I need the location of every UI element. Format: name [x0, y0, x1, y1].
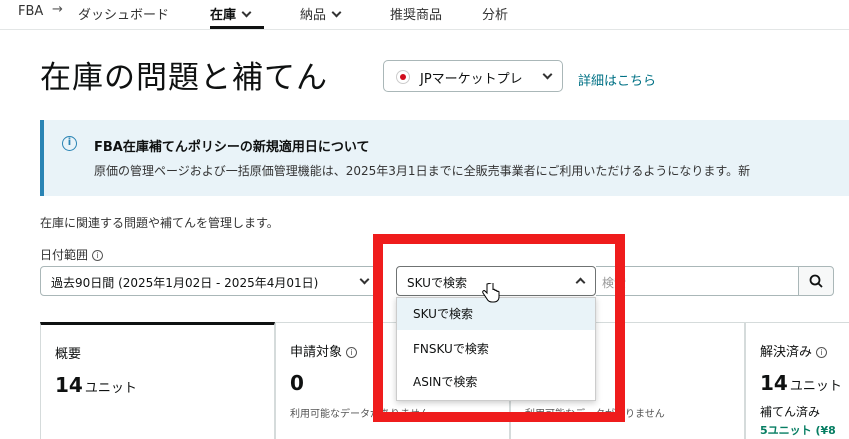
card-value: 14 ユニット: [760, 371, 842, 395]
card-sub: 補てん済み: [760, 405, 821, 419]
info-banner: [40, 120, 849, 196]
marketplace-select[interactable]: JPマーケットプレ: [383, 60, 563, 92]
card-title-text: 申請対象: [290, 345, 343, 360]
resolved-card[interactable]: 解決済み i 14 ユニット 補てん済み 5ユニット (¥8: [745, 322, 849, 439]
chevron-down-icon: [331, 7, 342, 18]
summary-card[interactable]: 概要 14 ユニット: [40, 322, 275, 439]
search-button[interactable]: [798, 266, 834, 296]
search-input[interactable]: 検索: [596, 266, 800, 296]
japan-flag-icon: [396, 70, 410, 84]
details-link[interactable]: 詳細はこちら: [578, 70, 656, 89]
red-highlight-box: [373, 234, 625, 422]
banner-text: 原価の管理ページおよび一括原価管理機能は、2025年3月1日までに全販売事業者に…: [94, 164, 751, 178]
card-unit: ユニット: [789, 379, 842, 394]
breadcrumb-arrow-icon: →: [52, 2, 63, 17]
card-green: 5ユニット (¥8: [760, 424, 836, 437]
nav-dashboard[interactable]: ダッシュボード: [78, 4, 169, 23]
nav-delivery[interactable]: 納品: [300, 4, 342, 23]
marketplace-label: JPマーケットプレ: [420, 72, 523, 87]
active-tab-indicator: [210, 26, 264, 29]
chevron-down-icon: [359, 274, 370, 285]
card-unit: ユニット: [84, 381, 137, 396]
banner-title: FBA在庫補てんポリシーの新規適用日について: [94, 140, 370, 155]
nav-recommended[interactable]: 推奨商品: [390, 4, 442, 23]
search-icon: [809, 274, 823, 288]
info-icon: i: [62, 136, 77, 151]
card-value-number: 14: [760, 371, 788, 395]
card-value: 0: [290, 371, 304, 395]
date-range-select[interactable]: 過去90日間 (2025年1月02日 - 2025年4月01日): [40, 266, 380, 296]
top-navigation: FBA → ダッシュボード 在庫 納品 推奨商品 分析: [0, 0, 849, 30]
page-description: 在庫に関連する問題や補てんを管理します。: [40, 216, 279, 230]
card-title: 申請対象 i: [290, 341, 358, 360]
date-range-label: 日付範囲 i: [40, 246, 104, 263]
nav-fba[interactable]: FBA: [18, 4, 43, 19]
card-title-text: 解決済み: [760, 345, 813, 360]
chevron-down-icon: [542, 69, 553, 80]
nav-inventory[interactable]: 在庫: [210, 4, 252, 23]
chevron-down-icon: [241, 7, 252, 18]
card-title: 解決済み i: [760, 341, 828, 360]
info-icon[interactable]: i: [816, 347, 828, 358]
card-value-number: 14: [55, 373, 83, 397]
card-value: 14 ユニット: [55, 373, 137, 397]
date-range-label-text: 日付範囲: [40, 248, 89, 262]
page-title: 在庫の問題と補てん: [40, 60, 328, 96]
card-title: 概要: [55, 347, 82, 362]
nav-analytics[interactable]: 分析: [482, 4, 508, 23]
nav-inventory-label: 在庫: [210, 8, 237, 23]
nav-delivery-label: 納品: [300, 8, 327, 23]
hand-cursor-icon: [482, 283, 500, 303]
info-icon[interactable]: i: [92, 250, 104, 261]
date-range-value: 過去90日間 (2025年1月02日 - 2025年4月01日): [51, 276, 319, 290]
info-icon[interactable]: i: [346, 347, 358, 358]
